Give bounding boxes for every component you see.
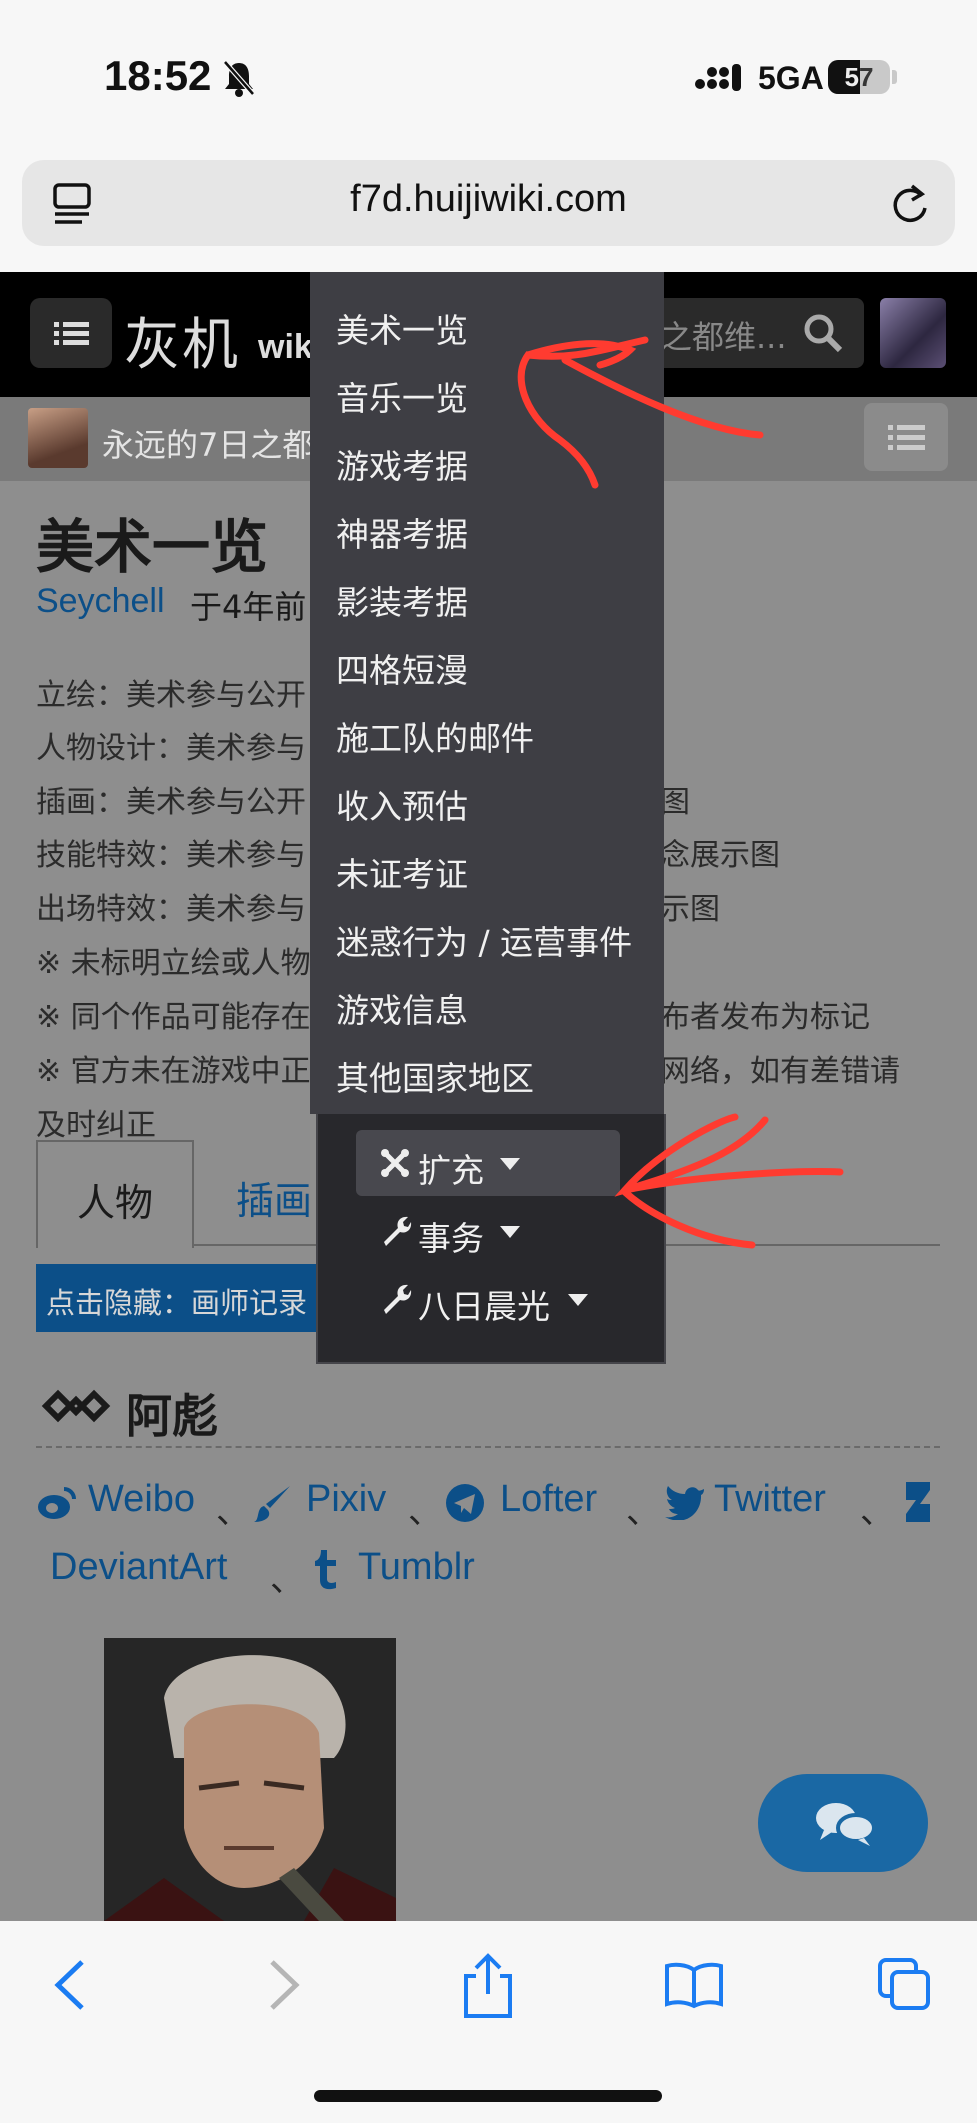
infinity-icon (41, 1389, 111, 1423)
search-placeholder[interactable]: 之都维... (660, 312, 787, 358)
caret-down-icon (568, 1294, 588, 1306)
submenu-item-affairs[interactable]: 事务 (418, 1212, 484, 1260)
bell-muted-icon (223, 60, 255, 97)
link-separator: 、 (270, 1560, 304, 1600)
weibo-icon[interactable] (36, 1484, 78, 1522)
user-avatar[interactable] (880, 298, 946, 368)
battery-tip (892, 70, 897, 84)
wrench-icon (384, 1284, 412, 1314)
hide-toggle-bar[interactable]: 点击隐藏：画师记录 (36, 1264, 316, 1332)
submenu-item-eight-day-dawn[interactable]: 八日晨光 (418, 1280, 550, 1328)
joomla-icon (381, 1149, 409, 1177)
forward-icon[interactable] (266, 1958, 302, 2012)
search-icon[interactable] (802, 312, 844, 354)
menu-item-other-regions[interactable]: 其他国家地区 (336, 1052, 534, 1100)
tumblr-icon[interactable] (312, 1548, 342, 1590)
menu-item-art-list[interactable]: 美术一览 (336, 304, 468, 352)
note-line: ※ 官方未在游戏中正 (36, 1054, 311, 1089)
artwork-thumbnail[interactable] (104, 1638, 396, 1921)
pixiv-link[interactable]: Pixiv (306, 1478, 386, 1521)
menu-item-game-research[interactable]: 游戏考据 (336, 440, 468, 488)
note-line-tail: 网络，如有差错请 (660, 1054, 900, 1089)
description-line: 立绘：美术参与公开 (36, 678, 306, 713)
hide-toggle-label: 点击隐藏：画师记录 (46, 1286, 308, 1320)
menu-item-music-list[interactable]: 音乐一览 (336, 372, 468, 420)
share-icon[interactable] (462, 1952, 514, 2020)
page-title: 美术一览 (36, 513, 269, 581)
description-line-tail: 图 (660, 785, 690, 820)
submenu-label: 扩充 (418, 1151, 484, 1190)
link-separator: 、 (216, 1492, 250, 1532)
section-title: 阿彪 (126, 1389, 218, 1443)
twitter-link[interactable]: Twitter (714, 1478, 826, 1521)
wiki-menu-button[interactable] (864, 403, 948, 471)
menu-item-ops-events[interactable]: 迷惑行为 / 运营事件 (336, 916, 632, 964)
caret-down-icon (500, 1226, 520, 1238)
weibo-link[interactable]: Weibo (88, 1478, 195, 1521)
battery-level: 57 (844, 62, 874, 92)
tumblr-link[interactable]: Tumblr (358, 1546, 475, 1589)
link-separator: 、 (860, 1492, 894, 1532)
bookmarks-icon[interactable] (664, 1960, 724, 2010)
site-menu-button[interactable] (30, 298, 112, 368)
character-portrait-image (104, 1638, 396, 1921)
menu-item-unverified[interactable]: 未证考证 (336, 848, 468, 896)
list-icon (888, 425, 925, 450)
telegram-icon[interactable] (444, 1482, 486, 1524)
tab-characters[interactable]: 人物 (36, 1140, 194, 1248)
menu-item-costume-research[interactable]: 影装考据 (336, 576, 468, 624)
chat-button[interactable] (758, 1774, 928, 1872)
link-separator: 、 (626, 1492, 660, 1532)
description-line: 人物设计：美术参与 (36, 731, 306, 766)
site-logo[interactable]: 灰机 (124, 300, 240, 381)
tab-label: 人物 (76, 1181, 153, 1225)
comments-icon (816, 1803, 876, 1846)
deviantart-icon[interactable] (902, 1480, 932, 1524)
wiki-title[interactable]: 永远的7日之都 (102, 420, 314, 466)
url-text[interactable]: f7d.huijiwiki.com (0, 178, 977, 221)
note-line: 及时纠正 (36, 1108, 156, 1143)
tab-illustrations[interactable]: 插画 (236, 1170, 312, 1225)
network-label: 5GA (758, 60, 824, 96)
description-line: 插画：美术参与公开 (36, 785, 306, 820)
note-line: ※ 未标明立绘或人物 (36, 946, 311, 981)
lofter-link[interactable]: Lofter (500, 1478, 597, 1521)
description-line-tail: 念展示图 (660, 838, 780, 873)
signal-icon (695, 64, 741, 91)
tabs-icon[interactable] (876, 1956, 932, 2012)
menu-item-revenue-estimate[interactable]: 收入预估 (336, 780, 468, 828)
menu-item-game-info[interactable]: 游戏信息 (336, 984, 468, 1032)
author-time: 于4年前 (190, 588, 307, 626)
status-time: 18:52 (104, 52, 212, 99)
note-line-tail: 布者发布为标记 (660, 1000, 870, 1035)
back-icon[interactable] (52, 1958, 88, 2012)
battery-indicator: 57 (828, 60, 890, 94)
note-line: ※ 同个作品可能存在 (36, 1000, 311, 1035)
section-divider (36, 1446, 940, 1448)
description-line: 技能特效：美术参与 (36, 838, 306, 873)
twitter-icon[interactable] (664, 1484, 706, 1520)
wiki-avatar[interactable] (28, 408, 88, 468)
paintbrush-icon[interactable] (252, 1482, 294, 1524)
description-line: 出场特效：美术参与 (36, 892, 306, 927)
link-separator: 、 (408, 1492, 442, 1532)
menu-item-artifact-research[interactable]: 神器考据 (336, 508, 468, 556)
reload-icon[interactable] (888, 180, 932, 228)
menu-item-four-panel-comics[interactable]: 四格短漫 (336, 644, 468, 692)
home-indicator (314, 2090, 662, 2102)
caret-down-icon (500, 1158, 520, 1170)
wrench-icon (384, 1216, 412, 1246)
deviantart-link[interactable]: DeviantArt (50, 1546, 227, 1589)
list-icon (54, 322, 89, 345)
description-line-tail: 示图 (660, 892, 720, 927)
author-link[interactable]: Seychell (36, 582, 165, 621)
menu-item-crew-mail[interactable]: 施工队的邮件 (336, 712, 534, 760)
